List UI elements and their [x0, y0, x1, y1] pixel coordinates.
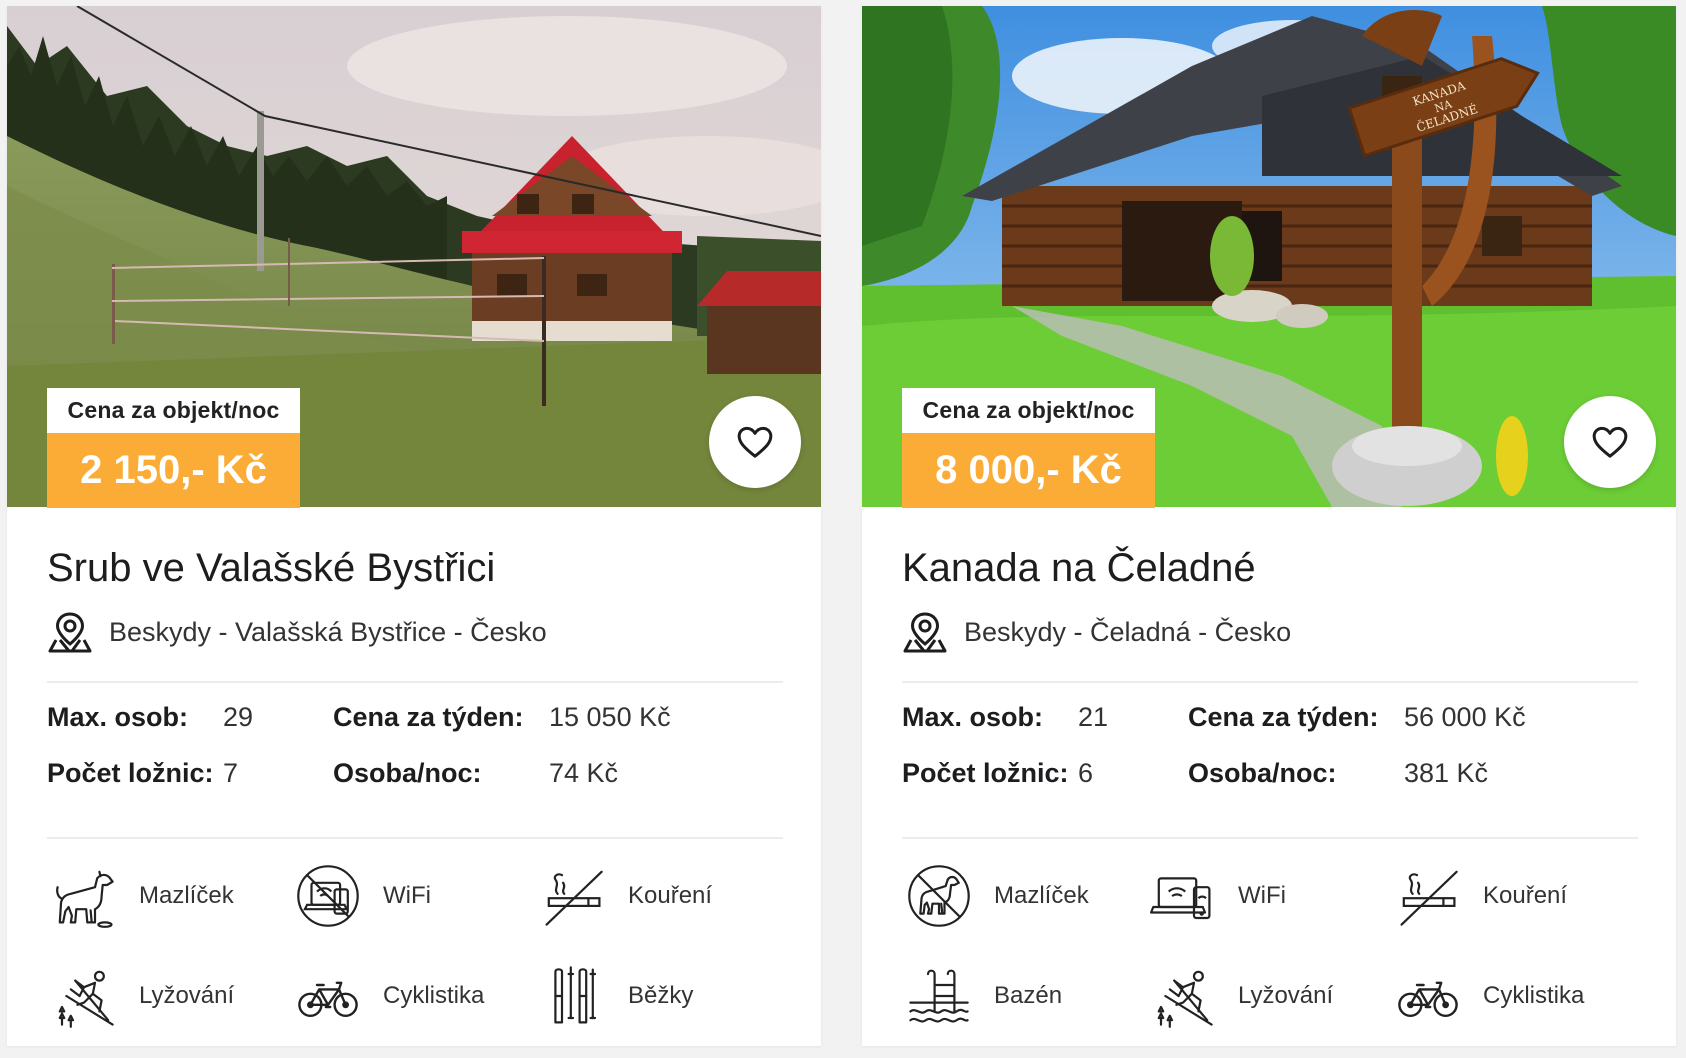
spec-week-price: Cena za týden: 56 000 Kč [1188, 702, 1526, 733]
no-smoking-icon [540, 863, 606, 929]
spec-max-persons: Max. osob: 21 [902, 702, 1108, 733]
amenity-skiing: Lyžování [1150, 963, 1333, 1029]
bicycle-icon [295, 963, 361, 1029]
skiing-icon [1150, 963, 1216, 1029]
price-value: 8 000,- Kč [902, 433, 1155, 508]
spec-value: 6 [1078, 758, 1094, 788]
price-caption: Cena za objekt/noc [902, 388, 1155, 433]
amenity-label: Lyžování [1238, 982, 1334, 1009]
divider [902, 681, 1638, 683]
location-pin-icon [902, 610, 948, 654]
spec-label: Max. osob: [47, 702, 189, 732]
amenity-label: WiFi [1238, 882, 1286, 909]
amenity-pets: Mazlíček [51, 863, 234, 929]
heart-icon [1590, 422, 1630, 462]
amenity-label: Kouření [1483, 882, 1568, 909]
spec-label: Cena za týden: [1188, 702, 1379, 732]
listing-card[interactable]: Cena za objekt/noc 2 150,- Kč Srub ve Va… [7, 6, 821, 1046]
spec-value: 21 [1078, 702, 1109, 732]
divider [902, 837, 1638, 839]
spec-value: 56 000 Kč [1404, 702, 1526, 732]
amenity-pets: Mazlíček [906, 863, 1089, 929]
amenity-cycling: Cyklistika [1395, 963, 1584, 1029]
spec-value: 29 [223, 702, 254, 732]
listing-location: Beskydy - Čeladná - Česko [902, 610, 1291, 654]
spec-person-night: Osoba/noc: 74 Kč [333, 758, 618, 789]
amenity-label: Mazlíček [139, 882, 234, 909]
skiing-icon [51, 963, 117, 1029]
amenity-label: Kouření [628, 882, 713, 909]
amenity-wifi: WiFi [295, 863, 431, 929]
location-pin-icon [47, 610, 93, 654]
spec-value: 15 050 Kč [549, 702, 671, 732]
spec-value: 74 Kč [549, 758, 619, 788]
amenity-smoking: Kouření [1395, 863, 1567, 929]
amenity-label: Mazlíček [994, 882, 1089, 909]
amenity-label: Cyklistika [1483, 982, 1585, 1009]
heart-icon [735, 422, 775, 462]
listing-location: Beskydy - Valašská Bystřice - Česko [47, 610, 547, 654]
spec-max-persons: Max. osob: 29 [47, 702, 253, 733]
amenity-label: Cyklistika [383, 982, 485, 1009]
favorite-button[interactable] [1564, 396, 1656, 488]
amenity-cycling: Cyklistika [295, 963, 484, 1029]
spec-value: 381 Kč [1404, 758, 1489, 788]
cross-country-skis-icon [540, 963, 606, 1029]
spec-person-night: Osoba/noc: 381 Kč [1188, 758, 1488, 789]
amenity-wifi: WiFi [1150, 863, 1286, 929]
spec-label: Osoba/noc: [1188, 758, 1337, 788]
pool-icon [906, 963, 972, 1029]
listing-card[interactable]: KANADA NA ČELADNÉ Cena za objekt/noc 8 0… [862, 6, 1676, 1046]
location-text: Beskydy - Valašská Bystřice - Česko [109, 616, 547, 647]
price-box: Cena za objekt/noc 2 150,- Kč [47, 388, 300, 508]
no-wifi-icon [295, 863, 361, 929]
spec-label: Max. osob: [902, 702, 1044, 732]
no-smoking-icon [1395, 863, 1461, 929]
bicycle-icon [1395, 963, 1461, 1029]
amenity-label: Bazén [994, 982, 1063, 1009]
listing-title[interactable]: Kanada na Čeladné [902, 546, 1256, 591]
spec-week-price: Cena za týden: 15 050 Kč [333, 702, 671, 733]
spec-bedrooms: Počet ložnic: 7 [47, 758, 238, 789]
location-text: Beskydy - Čeladná - Česko [964, 616, 1292, 647]
spec-label: Počet ložnic: [902, 758, 1069, 788]
amenity-smoking: Kouření [540, 863, 712, 929]
wifi-devices-icon [1150, 863, 1216, 929]
no-pets-icon [906, 863, 972, 929]
divider [47, 837, 783, 839]
amenity-cross-country: Běžky [540, 963, 693, 1029]
spec-label: Cena za týden: [333, 702, 524, 732]
listing-title[interactable]: Srub ve Valašské Bystřici [47, 546, 495, 591]
price-value: 2 150,- Kč [47, 433, 300, 508]
spec-label: Osoba/noc: [333, 758, 482, 788]
amenity-skiing: Lyžování [51, 963, 234, 1029]
spec-bedrooms: Počet ložnic: 6 [902, 758, 1093, 789]
spec-value: 7 [223, 758, 239, 788]
amenity-label: Lyžování [139, 982, 235, 1009]
price-box: Cena za objekt/noc 8 000,- Kč [902, 388, 1155, 508]
divider [47, 681, 783, 683]
amenity-pool: Bazén [906, 963, 1062, 1029]
amenity-label: WiFi [383, 882, 431, 909]
spec-label: Počet ložnic: [47, 758, 214, 788]
amenity-label: Běžky [628, 982, 694, 1009]
favorite-button[interactable] [709, 396, 801, 488]
price-caption: Cena za objekt/noc [47, 388, 300, 433]
dog-icon [51, 863, 117, 929]
